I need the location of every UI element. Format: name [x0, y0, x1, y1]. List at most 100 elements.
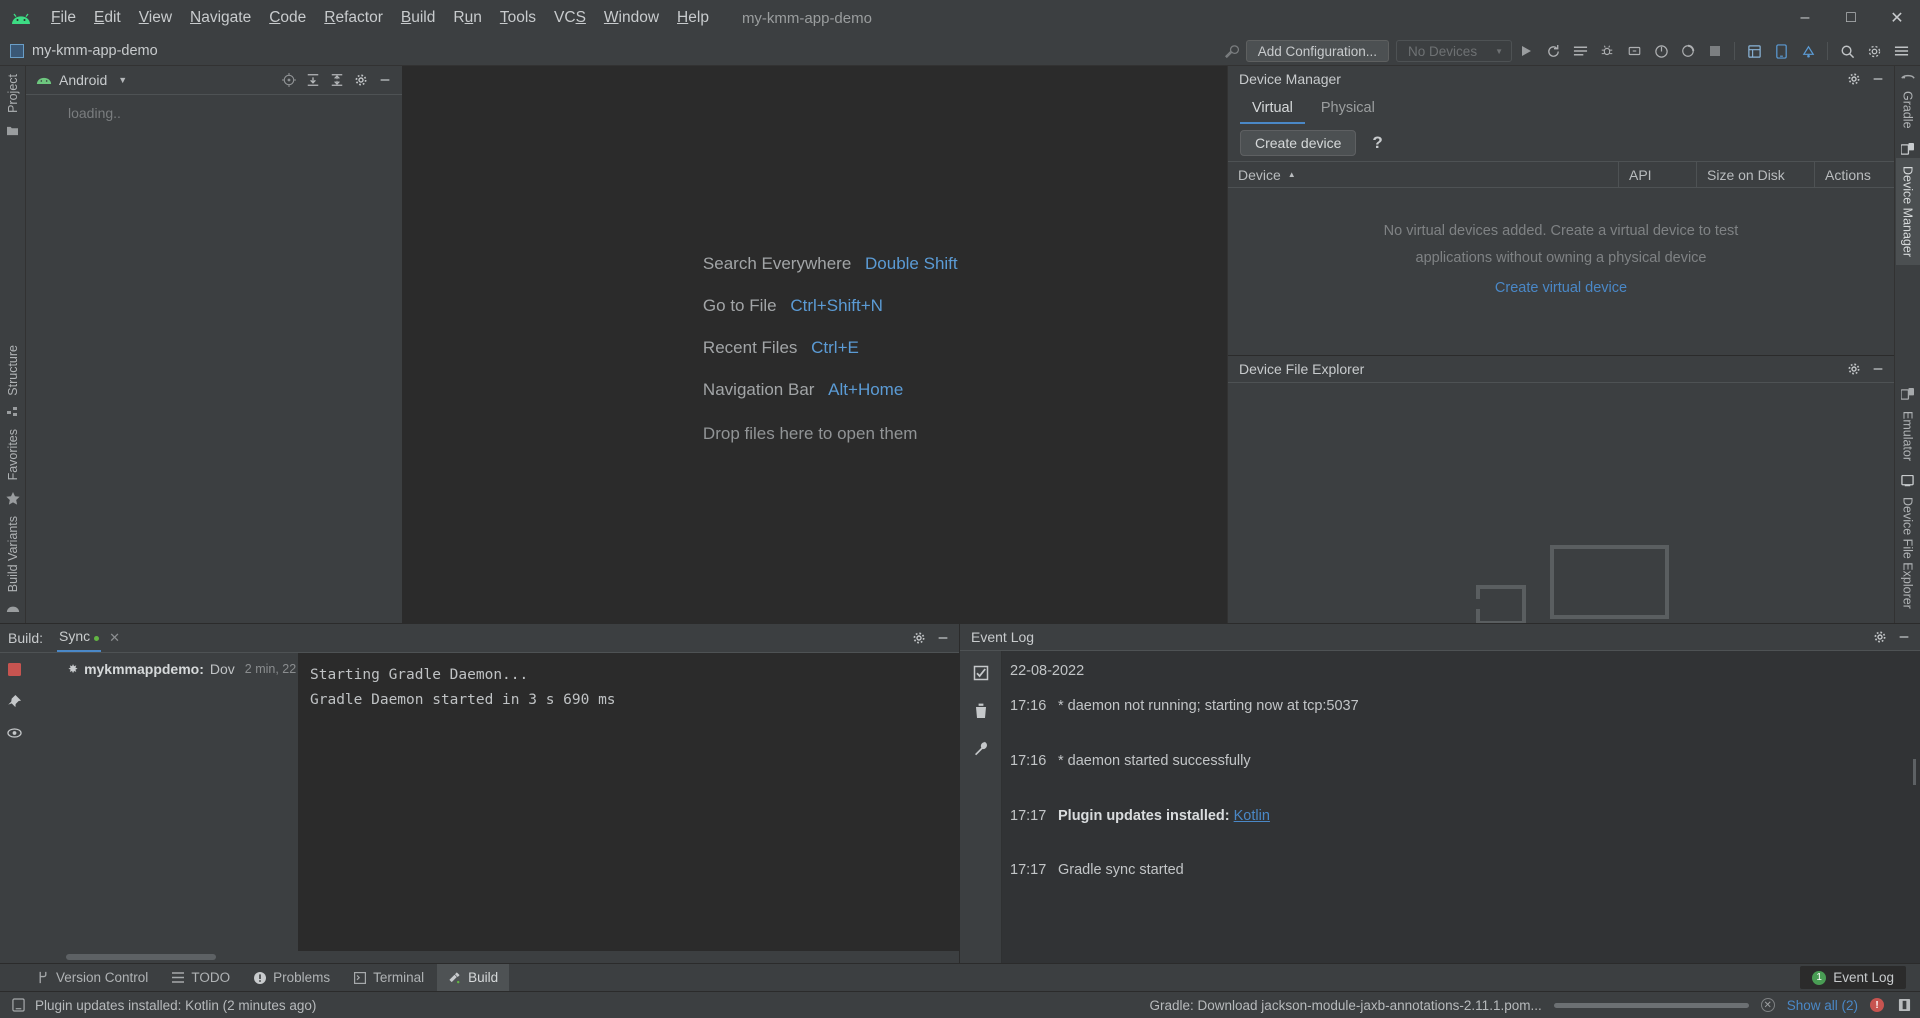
run-icon[interactable]	[1513, 38, 1539, 64]
show-all-link[interactable]: Show all (2)	[1787, 998, 1858, 1013]
bottom-tab-terminal[interactable]: Terminal	[343, 964, 435, 991]
menu-help[interactable]: Help	[668, 6, 718, 30]
target-icon[interactable]	[278, 69, 300, 91]
eye-icon[interactable]	[4, 723, 24, 743]
android-small-icon	[1, 600, 25, 623]
debug-icon[interactable]	[1594, 38, 1620, 64]
chevron-down-icon[interactable]: ▼	[118, 75, 127, 85]
notifications-icon[interactable]	[10, 997, 26, 1013]
toolbar-project-breadcrumb[interactable]: my-kmm-app-demo	[10, 43, 158, 59]
chevron-down-icon: ▼	[1495, 46, 1503, 56]
minimize-icon[interactable]	[374, 69, 396, 91]
close-icon[interactable]: ✕	[109, 630, 120, 646]
gear-icon[interactable]	[350, 69, 372, 91]
menu-refactor[interactable]: Refactor	[315, 6, 392, 30]
build-panel-header: Build: Sync ✕	[0, 624, 959, 652]
column-header-actions[interactable]: Actions	[1814, 162, 1894, 187]
kotlin-plugin-link[interactable]: Kotlin	[1234, 808, 1270, 824]
rail-tab-project[interactable]: Project	[1, 66, 25, 121]
menu-view[interactable]: View	[130, 6, 181, 30]
minimize-icon[interactable]	[1893, 626, 1915, 648]
rail-tab-device-manager[interactable]: Device Manager	[1895, 157, 1920, 265]
column-header-size-on-disk[interactable]: Size on Disk	[1696, 162, 1814, 187]
window-close-button[interactable]: ✕	[1874, 0, 1920, 36]
device-selector-dropdown[interactable]: No Devices ▼	[1396, 40, 1512, 62]
menu-window[interactable]: Window	[595, 6, 668, 30]
build-label: Build:	[8, 630, 44, 646]
menu-code[interactable]: Code	[260, 6, 315, 30]
rail-tab-emulator[interactable]: Emulator	[1896, 403, 1920, 469]
gear-icon[interactable]	[1843, 68, 1865, 90]
build-console-output[interactable]: Starting Gradle Daemon... Gradle Daemon …	[298, 653, 959, 951]
search-icon[interactable]	[1834, 38, 1860, 64]
attach-debugger-icon[interactable]	[1621, 38, 1647, 64]
trash-icon[interactable]	[969, 699, 993, 723]
profiler-icon[interactable]	[1648, 38, 1674, 64]
hamburger-menu-icon[interactable]	[1888, 38, 1914, 64]
menu-build[interactable]: Build	[392, 6, 444, 30]
menu-edit[interactable]: Edit	[85, 6, 130, 30]
help-icon[interactable]: ?	[1366, 133, 1388, 153]
rail-tab-gradle[interactable]: Gradle	[1896, 83, 1920, 137]
coverage-icon[interactable]	[1675, 38, 1701, 64]
menu-navigate[interactable]: Navigate	[181, 6, 260, 30]
build-tab-sync[interactable]: Sync	[57, 624, 102, 652]
sdk-manager-icon[interactable]	[1795, 38, 1821, 64]
minimize-icon[interactable]	[1867, 68, 1889, 90]
bottom-tab-problems[interactable]: Problems	[243, 964, 341, 991]
event-log-title: Event Log	[971, 629, 1035, 645]
menu-run[interactable]: Run	[444, 6, 490, 30]
cancel-progress-icon[interactable]: ✕	[1760, 998, 1775, 1012]
avd-manager-icon[interactable]	[1768, 38, 1794, 64]
memory-indicator-icon[interactable]	[1896, 997, 1912, 1013]
tab-physical[interactable]: Physical	[1309, 95, 1387, 124]
column-header-device[interactable]: Device ▲	[1228, 162, 1618, 187]
settings-gear-icon[interactable]	[1861, 38, 1887, 64]
pin-icon[interactable]	[4, 691, 24, 711]
create-virtual-device-link[interactable]: Create virtual device	[1495, 280, 1627, 296]
window-minimize-button[interactable]: –	[1782, 0, 1828, 36]
rail-tab-favorites[interactable]: Favorites	[1, 421, 25, 488]
build-horizontal-scrollbar[interactable]	[0, 951, 959, 963]
collapse-all-icon[interactable]	[302, 69, 324, 91]
project-view-selector[interactable]: Android	[59, 72, 107, 88]
rail-tab-device-file-explorer[interactable]: Device File Explorer	[1896, 489, 1920, 623]
gear-icon[interactable]	[1869, 626, 1891, 648]
minimize-icon[interactable]	[932, 627, 954, 649]
event-log-entry: 17:17 Gradle sync started	[1010, 853, 1920, 908]
minimize-icon[interactable]	[1867, 358, 1889, 380]
error-badge-icon[interactable]: !	[1870, 998, 1884, 1012]
rail-tab-structure[interactable]: Structure	[1, 337, 25, 404]
bottom-tab-version-control[interactable]: Version Control	[26, 964, 159, 991]
create-device-button[interactable]: Create device	[1240, 129, 1357, 156]
bottom-tab-todo[interactable]: TODO	[161, 964, 241, 991]
check-icon[interactable]	[969, 661, 993, 685]
event-log-entries[interactable]: 22-08-2022 17:16 * daemon not running; s…	[1002, 651, 1920, 963]
scrollbar-thumb[interactable]	[66, 954, 216, 960]
rerun-icon[interactable]	[1540, 38, 1566, 64]
entry-message: Gradle sync started	[1058, 862, 1184, 879]
menu-vcs[interactable]: VCS	[545, 6, 595, 30]
bottom-tab-build[interactable]: Build	[437, 964, 510, 991]
gear-icon[interactable]	[908, 627, 930, 649]
expand-all-icon[interactable]	[326, 69, 348, 91]
stop-icon[interactable]	[1702, 38, 1728, 64]
gear-icon[interactable]	[1843, 358, 1865, 380]
menu-file[interactable]: File	[42, 6, 85, 30]
menu-icon[interactable]	[1567, 38, 1593, 64]
event-log-scrollbar[interactable]	[1913, 759, 1916, 785]
rail-tab-build-variants[interactable]: Build Variants	[1, 508, 25, 600]
wrench-icon[interactable]	[969, 737, 993, 761]
bottom-tool-tabs: Version Control TODO Problems Terminal B…	[0, 963, 1920, 991]
window-maximize-button[interactable]: □	[1828, 0, 1874, 36]
menu-tools[interactable]: Tools	[491, 6, 545, 30]
layout-inspector-icon[interactable]	[1741, 38, 1767, 64]
folder-icon[interactable]	[1, 121, 24, 140]
column-header-api[interactable]: API	[1618, 162, 1696, 187]
event-log-chip-button[interactable]: 1 Event Log	[1800, 966, 1906, 989]
stop-icon[interactable]	[4, 659, 24, 679]
tab-virtual[interactable]: Virtual	[1240, 95, 1305, 124]
wrench-icon[interactable]	[1219, 38, 1245, 64]
build-tree-row[interactable]: ✸ mykmmappdemo: Dov 2 min, 22 sec	[28, 659, 298, 679]
add-configuration-button[interactable]: Add Configuration...	[1245, 40, 1390, 62]
